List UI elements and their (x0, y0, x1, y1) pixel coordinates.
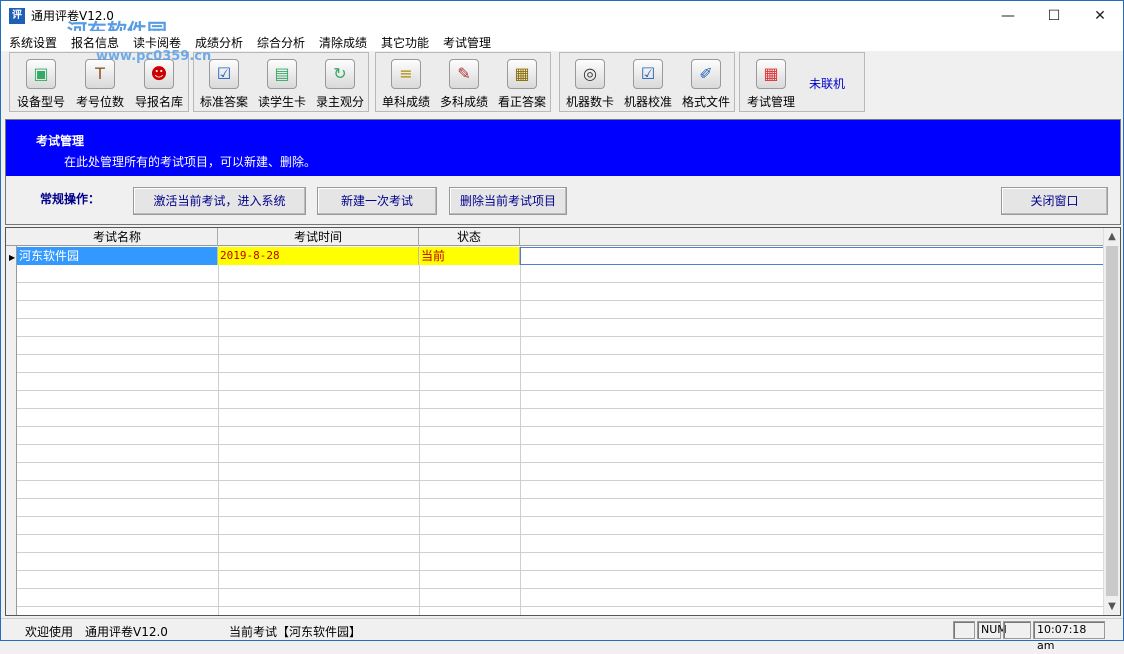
maximize-button[interactable]: ☐ (1031, 1, 1077, 31)
status-clock: 10:07:18 am (1033, 621, 1105, 652)
status-caps-box (953, 621, 975, 639)
scroll-up-icon[interactable]: ▲ (1104, 228, 1120, 245)
column-divider (520, 228, 521, 615)
pages-icon: ▦ (507, 59, 537, 89)
operations-label: 常规操作： (40, 192, 101, 206)
edit-icon: ✐ (691, 59, 721, 89)
read-student-card-button[interactable]: ▤ 读学生卡 (254, 55, 310, 111)
status-current-exam: 当前考试【河东软件园】 (229, 625, 362, 639)
cell-exam-status[interactable]: 当前 (419, 247, 520, 265)
connection-status: 未联机 (809, 77, 846, 91)
new-exam-button[interactable]: 新建一次考试 (317, 187, 437, 215)
column-header-name[interactable]: 考试名称 (17, 228, 218, 246)
menu-exam-management[interactable]: 考试管理 (443, 34, 491, 51)
view-correct-answers-button[interactable]: ▦ 看正答案 (494, 55, 550, 111)
table-header: 考试名称 考试时间 状态 (6, 228, 1104, 246)
minimize-button[interactable]: — (985, 1, 1031, 31)
close-button[interactable]: ✕ (1077, 1, 1123, 31)
row-indicator-column (6, 228, 17, 615)
activate-exam-button[interactable]: 激活当前考试，进入系统 (133, 187, 306, 215)
banner-title: 考试管理 (36, 134, 85, 148)
device-model-button[interactable]: ▣ 设备型号 (13, 55, 69, 111)
multi-subject-score-button[interactable]: ✎ 多科成绩 (436, 55, 492, 111)
machine-count-cards-button[interactable]: ◎ 机器数卡 (562, 55, 618, 111)
banner: 考试管理 在此处管理所有的考试项目，可以新建、删除。 (6, 120, 1120, 176)
exam-management-panel: 考试管理 在此处管理所有的考试项目，可以新建、删除。 常规操作： 激活当前考试，… (5, 119, 1121, 225)
app-icon: 评 (9, 8, 25, 24)
grid-lines (17, 265, 1104, 615)
status-welcome: 欢迎使用 (25, 625, 74, 639)
status-bar: 欢迎使用 通用评卷V12.0 当前考试【河东软件园】 NUM 10:07:18 … (1, 618, 1123, 652)
menu-bar: 系统设置 报名信息 读卡阅卷 成绩分析 综合分析 清除成绩 其它功能 考试管理 (1, 31, 1123, 51)
current-row-arrow-icon: ▶ (9, 253, 16, 262)
document-icon: ≡ (391, 59, 421, 89)
cell-exam-date[interactable]: 2019-8-28 (218, 247, 419, 265)
film-reel-icon: ◎ (575, 59, 605, 89)
column-header-status[interactable]: 状态 (419, 228, 520, 246)
toolbar-group-answers: ☑ 标准答案 ▤ 读学生卡 ↻ 录主观分 (193, 52, 369, 112)
watermark-url: www.pc0359.cn (96, 49, 212, 64)
column-divider (218, 228, 219, 615)
toolbar-group-machine: ◎ 机器数卡 ☑ 机器校准 ✐ 格式文件 (559, 52, 735, 112)
close-window-button[interactable]: 关闭窗口 (1001, 187, 1108, 215)
grid-icon: ▦ (756, 59, 786, 89)
banner-description: 在此处管理所有的考试项目，可以新建、删除。 (64, 155, 317, 169)
menu-system-settings[interactable]: 系统设置 (9, 34, 57, 51)
column-divider (419, 228, 420, 615)
pen-paper-icon: ✎ (449, 59, 479, 89)
card-reader-icon: ▤ (267, 59, 297, 89)
single-subject-score-button[interactable]: ≡ 单科成绩 (378, 55, 434, 111)
column-header-date[interactable]: 考试时间 (218, 228, 419, 246)
checkbox-icon: ☑ (209, 59, 239, 89)
menu-clear-scores[interactable]: 清除成绩 (319, 34, 367, 51)
title-bar: 评 通用评卷V12.0 河东软件园 — ☐ ✕ (1, 1, 1123, 43)
status-version: 通用评卷V12.0 (85, 625, 168, 639)
refresh-icon: ↻ (325, 59, 355, 89)
cell-exam-name[interactable]: 河东软件园 (17, 247, 218, 265)
exam-table: 考试名称 考试时间 状态 ▶ 河东软件园 2019-8-28 当前 ▲ ▼ (5, 227, 1121, 616)
app-window: 评 通用评卷V12.0 河东软件园 — ☐ ✕ 系统设置 报名信息 读卡阅卷 成… (0, 0, 1124, 652)
enter-subjective-score-button[interactable]: ↻ 录主观分 (312, 55, 368, 111)
exam-management-button[interactable]: ▦ 考试管理 (742, 55, 800, 111)
menu-other-functions[interactable]: 其它功能 (381, 34, 429, 51)
status-scroll-box (1003, 621, 1031, 639)
status-num-indicator: NUM (977, 621, 1007, 639)
scroll-down-icon[interactable]: ▼ (1104, 598, 1120, 615)
toolbar-group-scores: ≡ 单科成绩 ✎ 多科成绩 ▦ 看正答案 (375, 52, 551, 112)
machine-calibration-button[interactable]: ☑ 机器校准 (620, 55, 676, 111)
menu-comprehensive-analysis[interactable]: 综合分析 (257, 34, 305, 51)
toolbar-group-exam: ▦ 考试管理 (739, 52, 865, 112)
format-file-button[interactable]: ✐ 格式文件 (678, 55, 734, 111)
delete-exam-button[interactable]: 删除当前考试项目 (449, 187, 567, 215)
device-icon: ▣ (26, 59, 56, 89)
scroll-thumb[interactable] (1106, 246, 1118, 596)
cell-empty[interactable] (520, 247, 1104, 265)
vertical-scrollbar[interactable]: ▲ ▼ (1103, 228, 1120, 615)
table-row[interactable]: 河东软件园 2019-8-28 当前 (17, 247, 1104, 265)
checklist-icon: ☑ (633, 59, 663, 89)
